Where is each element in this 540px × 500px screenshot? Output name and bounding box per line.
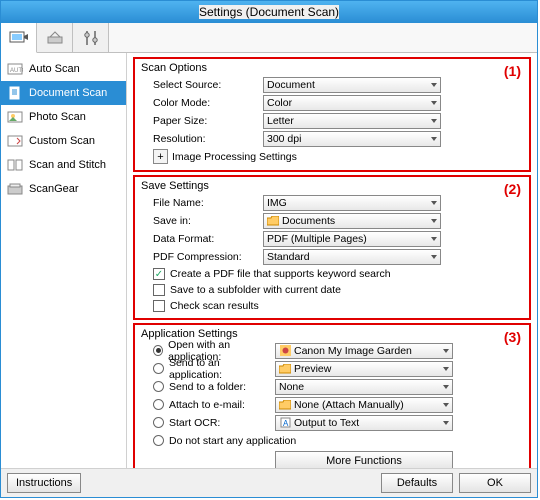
- combo-send-to-folder[interactable]: None: [275, 379, 453, 395]
- tab-scan-from-panel[interactable]: [37, 23, 73, 52]
- sidebar-item-auto-scan[interactable]: AUTO Auto Scan: [1, 57, 126, 81]
- combo-send-to-app[interactable]: Preview: [275, 361, 453, 377]
- button-more-functions[interactable]: More Functions: [275, 451, 453, 469]
- combo-paper-size[interactable]: Letter: [263, 113, 441, 129]
- sidebar-item-scangear[interactable]: ScanGear: [1, 177, 126, 201]
- section-title: Save Settings: [141, 180, 523, 192]
- combo-pdf-compression[interactable]: Standard: [263, 249, 441, 265]
- check-keyword-search[interactable]: ✓Create a PDF file that supports keyword…: [141, 266, 523, 282]
- combo-open-with-app[interactable]: Canon My Image Garden: [275, 343, 453, 359]
- text-icon: A: [279, 417, 291, 429]
- window-title: Settings (Document Scan): [199, 5, 339, 19]
- sidebar-item-label: Auto Scan: [29, 63, 80, 75]
- section-tag-2: (2): [504, 181, 521, 197]
- folder-icon: [267, 215, 279, 227]
- label-select-source: Select Source:: [141, 79, 263, 91]
- section-title: Scan Options: [141, 62, 523, 74]
- photo-icon: [7, 110, 23, 124]
- radio-start-ocr[interactable]: Start OCR:: [141, 414, 275, 431]
- footer-buttons: Instructions Defaults OK: [1, 468, 537, 497]
- section-save-settings: (2) Save Settings File Name: IMG Save in…: [133, 175, 531, 320]
- label-image-processing: Image Processing Settings: [172, 151, 297, 163]
- svg-text:A: A: [283, 419, 289, 428]
- titlebar: Settings (Document Scan): [1, 1, 537, 23]
- combo-data-format[interactable]: PDF (Multiple Pages): [263, 231, 441, 247]
- label-save-in: Save in:: [141, 215, 263, 227]
- label-pdf-compression: PDF Compression:: [141, 251, 263, 263]
- top-toolbar: [1, 23, 537, 53]
- combo-resolution[interactable]: 300 dpi: [263, 131, 441, 147]
- radio-icon: [153, 417, 164, 428]
- sidebar-item-document-scan[interactable]: Document Scan: [1, 81, 126, 105]
- expand-image-processing[interactable]: +: [153, 149, 168, 164]
- combo-file-name[interactable]: IMG: [263, 195, 441, 211]
- checkbox-icon: [153, 284, 165, 296]
- label-paper-size: Paper Size:: [141, 115, 263, 127]
- tab-general-settings[interactable]: [73, 23, 109, 52]
- label-file-name: File Name:: [141, 197, 263, 209]
- combo-color-mode[interactable]: Color: [263, 95, 441, 111]
- combo-select-source[interactable]: Document: [263, 77, 441, 93]
- label-color-mode: Color Mode:: [141, 97, 263, 109]
- label-resolution: Resolution:: [141, 133, 263, 145]
- scangear-icon: [7, 182, 23, 196]
- button-defaults[interactable]: Defaults: [381, 473, 453, 493]
- combo-save-in[interactable]: Documents: [263, 213, 441, 229]
- checkbox-icon: ✓: [153, 268, 165, 280]
- folder-icon: [279, 399, 291, 411]
- sidebar-item-label: ScanGear: [29, 183, 79, 195]
- check-scan-results[interactable]: Check scan results: [141, 298, 523, 314]
- combo-attach-email[interactable]: None (Attach Manually): [275, 397, 453, 413]
- button-instructions[interactable]: Instructions: [7, 473, 81, 493]
- radio-do-not-start[interactable]: Do not start any application: [141, 432, 341, 449]
- check-subfolder-date[interactable]: Save to a subfolder with current date: [141, 282, 523, 298]
- radio-icon: [153, 363, 164, 374]
- sidebar-item-photo-scan[interactable]: Photo Scan: [1, 105, 126, 129]
- sidebar-item-scan-stitch[interactable]: Scan and Stitch: [1, 153, 126, 177]
- radio-icon: [153, 435, 164, 446]
- section-tag-3: (3): [504, 329, 521, 345]
- app-icon: [279, 345, 291, 357]
- section-application-settings: (3) Application Settings Open with an ap…: [133, 323, 531, 468]
- combo-start-ocr[interactable]: AOutput to Text: [275, 415, 453, 431]
- auto-scan-icon: AUTO: [7, 62, 23, 76]
- folder-icon: [279, 363, 291, 375]
- tab-scan-from-computer[interactable]: [1, 23, 37, 53]
- button-ok[interactable]: OK: [459, 473, 531, 493]
- svg-text:AUTO: AUTO: [10, 68, 23, 74]
- section-scan-options: (1) Scan Options Select Source: Document…: [133, 57, 531, 172]
- radio-icon: [153, 345, 163, 356]
- settings-dialog: Settings (Document Scan) AUTO Auto Scan: [0, 0, 538, 498]
- sidebar-item-label: Photo Scan: [29, 111, 86, 123]
- label-data-format: Data Format:: [141, 233, 263, 245]
- sidebar-item-label: Document Scan: [29, 87, 107, 99]
- custom-icon: [7, 134, 23, 148]
- radio-send-to-app[interactable]: Send to an application:: [141, 360, 275, 377]
- sidebar-item-custom-scan[interactable]: Custom Scan: [1, 129, 126, 153]
- radio-icon: [153, 381, 164, 392]
- stitch-icon: [7, 158, 23, 172]
- radio-icon: [153, 399, 164, 410]
- sidebar: AUTO Auto Scan Document Scan Photo Scan …: [1, 53, 127, 468]
- sidebar-item-label: Custom Scan: [29, 135, 95, 147]
- radio-attach-email[interactable]: Attach to e-mail:: [141, 396, 275, 413]
- checkbox-icon: [153, 300, 165, 312]
- section-tag-1: (1): [504, 63, 521, 79]
- content-area: (1) Scan Options Select Source: Document…: [127, 53, 537, 468]
- sidebar-item-label: Scan and Stitch: [29, 159, 106, 171]
- radio-send-to-folder[interactable]: Send to a folder:: [141, 378, 275, 395]
- document-icon: [7, 86, 23, 100]
